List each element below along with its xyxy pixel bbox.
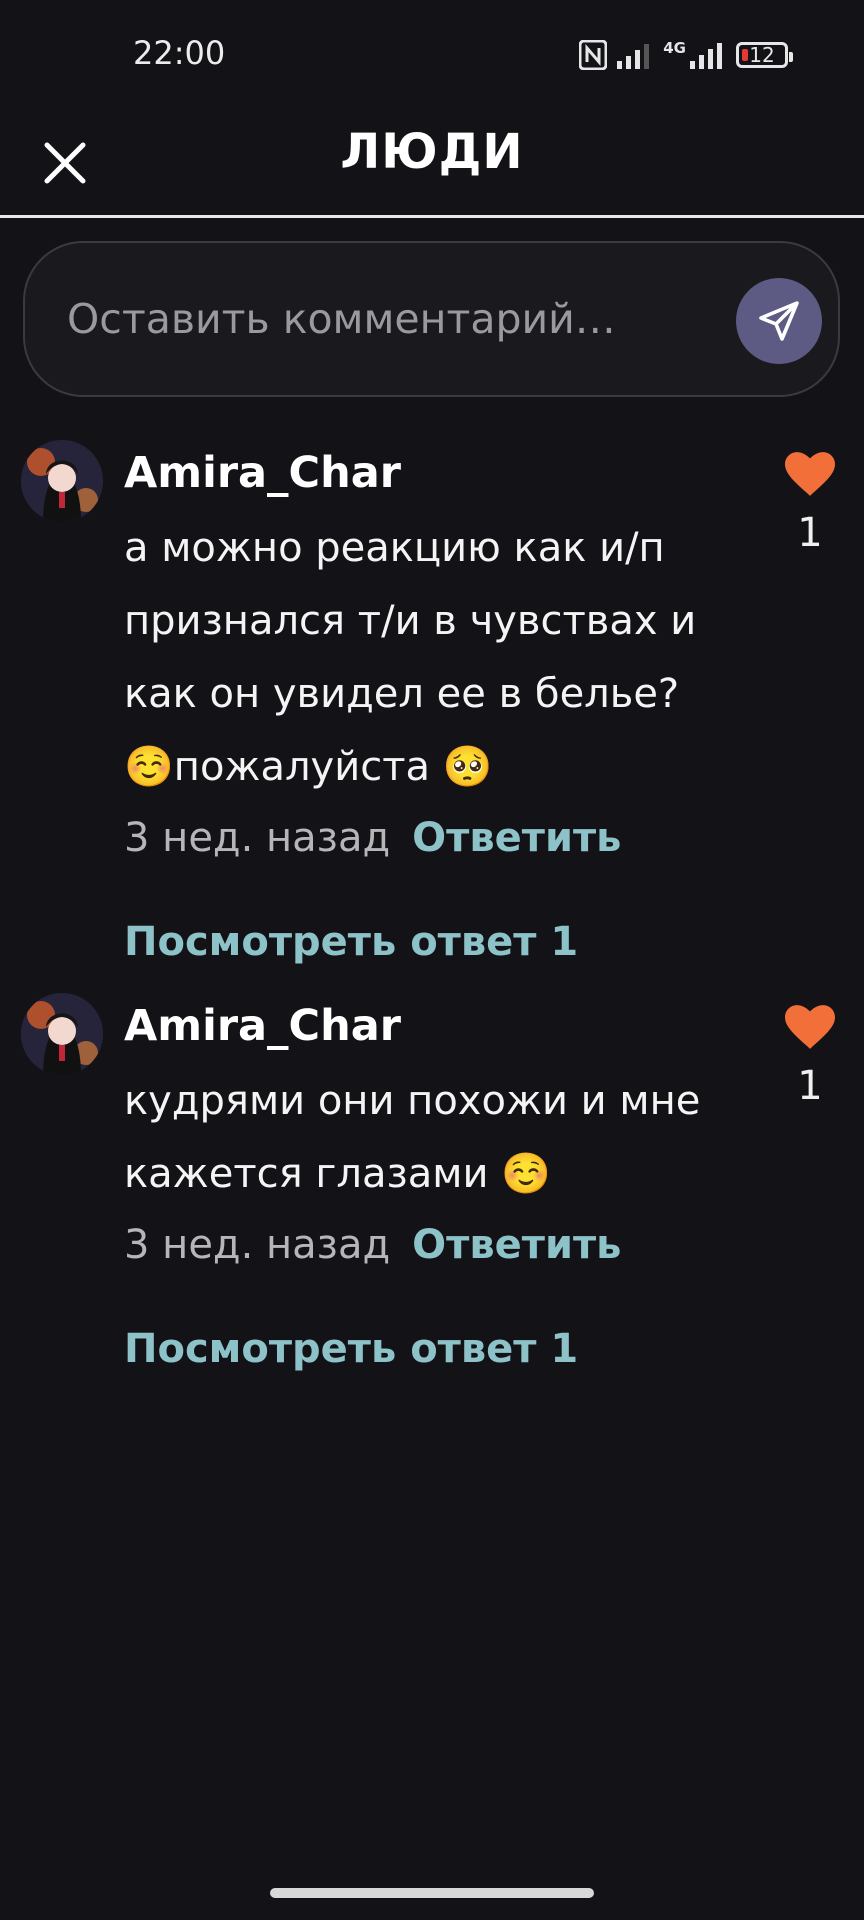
like-button[interactable]: 1 [780,1005,840,1109]
comment-input[interactable] [65,283,689,355]
comment-box [23,241,840,397]
page-title: ЛЮДИ [340,124,524,180]
nfc-icon [579,40,608,70]
signal-icon-2 [690,43,722,69]
send-icon [759,301,799,341]
reply-button[interactable]: Ответить [412,815,621,861]
signal-icon [617,44,650,69]
comment-text-line: как он увидел ее в белье? [124,671,680,717]
home-indicator[interactable] [270,1888,594,1898]
comment-username[interactable]: Amira_Char [124,448,401,498]
battery-level: 12 [749,43,775,67]
status-icons: 4G 12 [579,38,793,72]
avatar-image [21,440,103,522]
comment-username[interactable]: Amira_Char [124,1001,401,1051]
status-bar: 22:00 4G 12 [0,0,864,110]
avatar-image [21,993,103,1075]
comment-meta: 3 нед. назад Ответить [124,815,621,861]
network-indicator: 4G [663,41,726,69]
comment-text-line: ☺️пожалуйста 🥺 [124,744,493,790]
comment-text: кудрями они похожи и мне кажется глазами… [124,1065,724,1211]
comment-timestamp: 3 нед. назад [124,815,391,861]
comment-meta: 3 нед. назад Ответить [124,1222,621,1268]
heart-icon [785,1005,835,1049]
network-type-label: 4G [663,39,686,57]
comment-text: а можно реакцию как и/п признался т/и в … [124,512,724,804]
comment-text-line: признался т/и в чувствах и [124,598,697,644]
like-count: 1 [797,1063,823,1109]
view-replies-link[interactable]: Посмотреть ответ 1 [124,1326,578,1372]
like-count: 1 [797,510,823,556]
view-replies-link[interactable]: Посмотреть ответ 1 [124,919,578,965]
like-button[interactable]: 1 [780,452,840,556]
comment-text-line: кудрями они похожи и мне [124,1078,701,1124]
status-time: 22:00 [133,34,226,72]
avatar[interactable] [21,440,103,522]
header-divider [0,215,864,218]
heart-icon [785,452,835,496]
send-button[interactable] [736,278,822,364]
reply-button[interactable]: Ответить [412,1222,621,1268]
comment-text-line: кажется глазами ☺️ [124,1151,551,1197]
avatar[interactable] [21,993,103,1075]
battery-icon: 12 [736,42,793,68]
comment-timestamp: 3 нед. назад [124,1222,391,1268]
comment-text-line: а можно реакцию как и/п [124,525,665,571]
header: ЛЮДИ [0,110,864,215]
